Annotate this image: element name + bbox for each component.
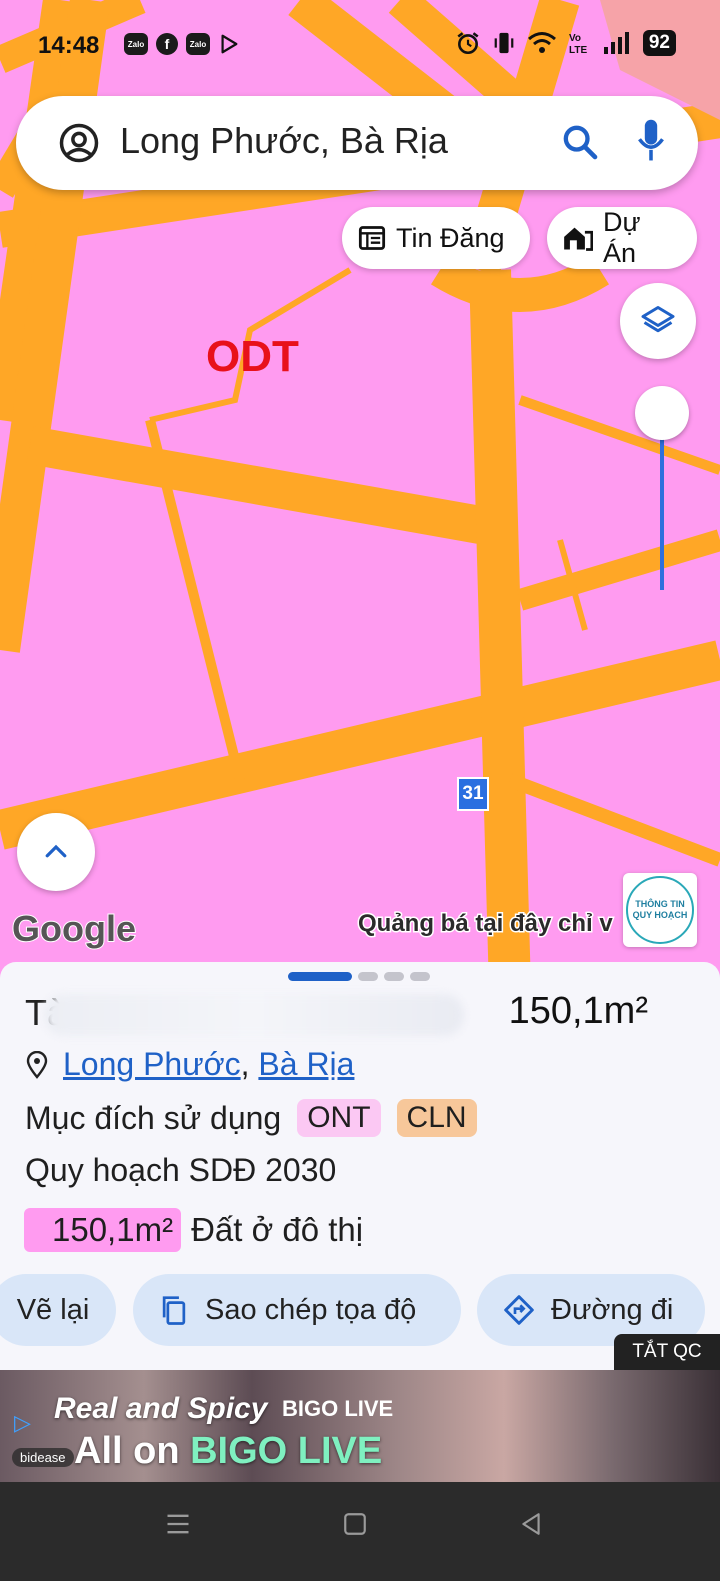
zalo-icon: Zalo: [186, 33, 210, 55]
system-icons: Vo LTE 92: [455, 30, 676, 56]
copy-icon: [162, 1296, 186, 1325]
ward-link[interactable]: Long Phước: [63, 1046, 241, 1082]
status-time: 14:48: [38, 32, 100, 59]
search-bar[interactable]: Long Phước, Bà Rịa: [16, 96, 698, 190]
google-logo: Google: [11, 907, 137, 950]
account-icon[interactable]: [58, 122, 100, 164]
svg-text:Vo: Vo: [569, 33, 581, 44]
plan-label: Quy hoạch SDĐ 2030: [25, 1152, 337, 1188]
ad-tagline: All on BIGO LIVE: [74, 1430, 382, 1473]
ad-tagline-prefix: All on: [74, 1430, 180, 1472]
city-link[interactable]: Bà Rịa: [258, 1046, 354, 1082]
blurred-owner-info: [44, 994, 464, 1036]
layers-button[interactable]: [620, 283, 696, 359]
newspaper-icon: [358, 226, 386, 250]
planning-info-badge: THÔNG TIN QUY HOẠCH: [626, 876, 694, 944]
planning-info-line1: THÔNG TIN: [635, 899, 685, 910]
expand-up-button[interactable]: [17, 813, 95, 891]
purpose-tag-cln: CLN: [396, 1099, 477, 1137]
facebook-icon: f: [156, 33, 178, 55]
battery-level: 92: [642, 30, 676, 56]
zone-label: ODT: [206, 332, 299, 381]
alarm-icon: [457, 32, 479, 55]
projects-chip-label: Dự Án: [602, 207, 641, 268]
notification-icons: Zalo f Zalo: [124, 33, 240, 55]
copy-coords-button[interactable]: Sao chép tọa độ: [133, 1274, 461, 1346]
opacity-slider-thumb[interactable]: [635, 386, 689, 440]
wifi-icon: [527, 32, 556, 53]
vibrate-icon: [494, 32, 514, 54]
signal-icon: [603, 32, 629, 54]
directions-icon: [504, 1295, 534, 1325]
zalo-icon: Zalo: [124, 33, 148, 55]
directions-label: Đường đi: [551, 1293, 674, 1326]
planning-info-button[interactable]: THÔNG TIN QUY HOẠCH: [623, 873, 697, 947]
home-icon[interactable]: [342, 1510, 368, 1538]
redraw-label: Vẽ lại: [16, 1293, 90, 1326]
close-ad-button[interactable]: TẮT QC: [614, 1334, 720, 1370]
back-icon[interactable]: [518, 1510, 544, 1538]
volte-icon: VoLTE: [569, 33, 587, 55]
redraw-button[interactable]: Vẽ lại: [0, 1274, 116, 1346]
parcel-area: 150,1m²: [508, 990, 648, 1032]
location-pin-icon: [26, 1050, 48, 1079]
land-use-purpose-row: Mục đích sử dụng ONT CLN: [25, 1099, 477, 1137]
mic-icon[interactable]: [636, 118, 666, 164]
search-input[interactable]: Long Phước, Bà Rịa: [120, 120, 448, 162]
ad-network-badge: bidease: [12, 1448, 74, 1467]
planning-info-line2: QUY HOẠCH: [632, 910, 688, 920]
system-nav-bar: [0, 1482, 720, 1581]
ad-banner[interactable]: ▷ Real and Spicy BIGO LIVE All on BIGO L…: [0, 1370, 720, 1482]
copy-coords-label: Sao chép tọa độ: [205, 1293, 417, 1326]
search-icon[interactable]: [560, 122, 600, 162]
purpose-tag-ont: ONT: [297, 1099, 381, 1137]
svg-text:LTE: LTE: [569, 45, 587, 55]
purpose-label: Mục đích sử dụng: [25, 1099, 282, 1136]
chevron-up-icon: [45, 844, 67, 858]
location-separator: ,: [240, 1046, 250, 1082]
action-row: Vẽ lại Sao chép tọa độ Đường đi: [0, 1274, 720, 1346]
listings-chip[interactable]: Tin Đăng: [342, 207, 530, 269]
ad-brand: BIGO LIVE: [282, 1396, 394, 1421]
menu-icon[interactable]: [164, 1510, 192, 1538]
location-row: Long Phước, Bà Rịa: [25, 1046, 354, 1083]
projects-chip[interactable]: Dự Án: [547, 207, 697, 269]
promo-text: Quảng bá tại đây chỉ v: [357, 909, 615, 939]
ad-choices-icon[interactable]: ▷: [14, 1410, 31, 1436]
layers-icon: [641, 306, 675, 333]
planned-land-row: 150,1m² Đất ở đô thị: [24, 1208, 363, 1252]
ad-tagline-brand: BIGO LIVE: [190, 1430, 383, 1472]
sheet-handle[interactable]: [288, 972, 430, 981]
listings-chip-label: Tin Đăng: [396, 222, 505, 253]
ad-headline: Real and Spicy: [54, 1392, 268, 1425]
play-store-icon: [221, 34, 238, 54]
status-bar: 14:48 Zalo f Zalo Vo LTE 92: [0, 0, 720, 95]
planned-land-type: Đất ở đô thị: [191, 1211, 364, 1248]
house-icon: [564, 227, 593, 251]
route-number-badge: 31: [457, 777, 489, 811]
parcel-info-sheet[interactable]: Tà 150,1m² Long Phước, Bà Rịa Mục đích s…: [0, 962, 720, 1370]
planned-area-badge: 150,1m²: [24, 1208, 182, 1252]
